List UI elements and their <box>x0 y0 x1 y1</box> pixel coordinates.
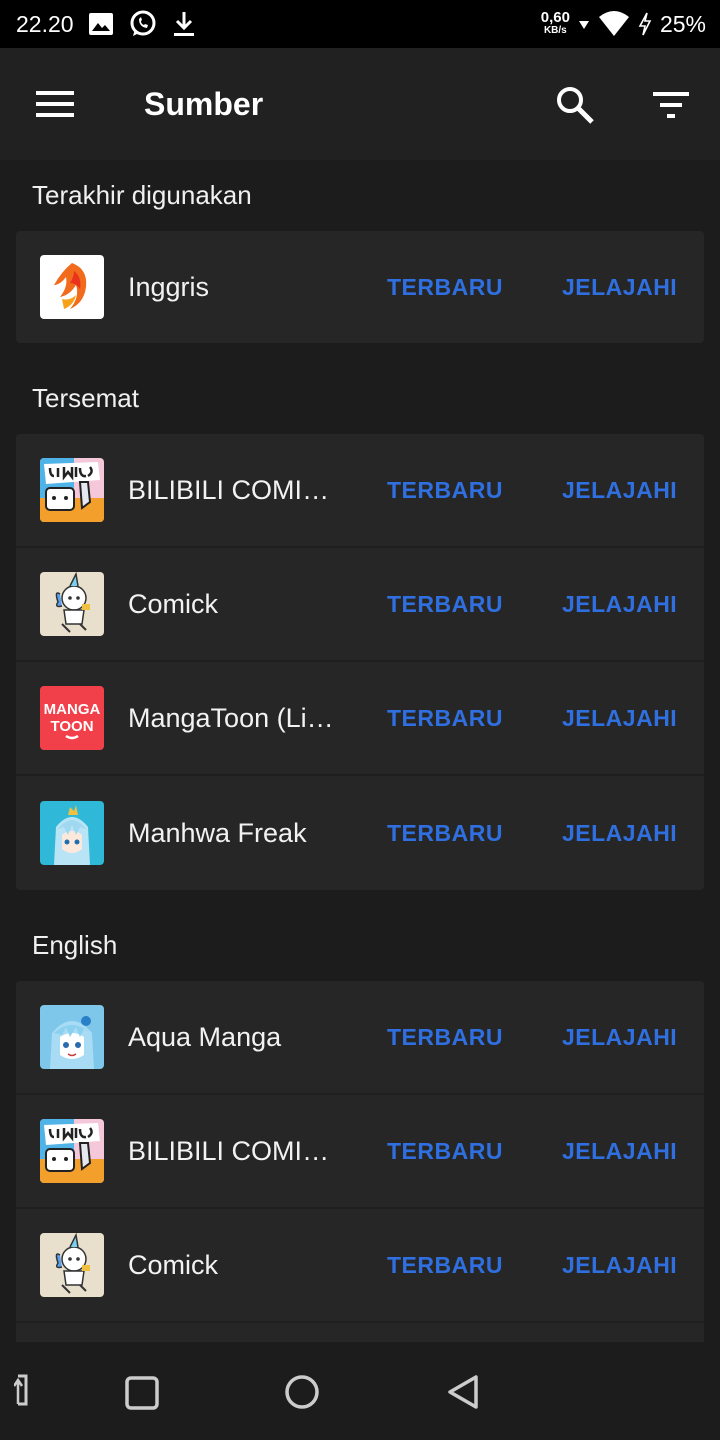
download-notification-icon <box>173 12 194 36</box>
filter-icon[interactable] <box>652 90 690 120</box>
latest-button[interactable]: TERBARU <box>387 705 503 732</box>
bilibili-comics-logo <box>40 458 104 522</box>
charging-icon <box>638 12 652 36</box>
section-header-english: English <box>32 930 118 960</box>
browse-button[interactable]: JELAJAHI <box>562 1252 677 1279</box>
home-button-icon[interactable] <box>284 1374 320 1410</box>
source-row-comick[interactable]: Comick TERBARU JELAJAHI <box>16 1209 704 1323</box>
source-name: Inggris <box>128 271 210 302</box>
latest-button[interactable]: TERBARU <box>387 591 503 618</box>
bilibili-comics-logo <box>40 1119 104 1183</box>
source-name: Aqua Manga <box>128 1021 282 1052</box>
source-name: Manhwa Freak <box>128 817 307 848</box>
browse-button[interactable]: JELAJAHI <box>562 274 677 301</box>
english-card: Aqua Manga TERBARU JELAJAHI BILIBILI COM… <box>16 981 704 1342</box>
latest-button[interactable]: TERBARU <box>387 820 503 847</box>
svg-text:TOON: TOON <box>50 718 93 735</box>
battery-level: 25% <box>659 10 706 37</box>
latest-button[interactable]: TERBARU <box>387 477 503 504</box>
comick-logo <box>40 1233 104 1297</box>
phoenix-logo <box>40 255 104 319</box>
svg-text:MANGA: MANGA <box>44 701 101 718</box>
source-list[interactable]: Terakhir digunakan Inggris TERBARU JELAJ… <box>0 160 720 1342</box>
recent-card: Inggris TERBARU JELAJAHI <box>16 231 704 343</box>
rotate-screen-icon[interactable] <box>14 1374 36 1410</box>
section-header-recent: Terakhir digunakan <box>32 180 252 210</box>
data-arrow-icon <box>578 21 589 29</box>
image-notification-icon <box>88 13 113 35</box>
source-row-partial[interactable] <box>16 1323 704 1342</box>
latest-button[interactable]: TERBARU <box>387 1024 503 1051</box>
browse-button[interactable]: JELAJAHI <box>562 705 677 732</box>
latest-button[interactable]: TERBARU <box>387 274 503 301</box>
browse-button[interactable]: JELAJAHI <box>562 1138 677 1165</box>
source-row-bilibili-comics[interactable]: BILIBILI COMICS TERBARU JELAJAHI <box>16 1095 704 1209</box>
source-row-manhwa-freak[interactable]: Manhwa Freak TERBARU JELAJAHI <box>16 776 704 890</box>
menu-icon[interactable] <box>36 88 76 120</box>
status-time: 22.20 <box>16 10 74 37</box>
back-button-icon[interactable] <box>446 1374 480 1410</box>
browse-button[interactable]: JELAJAHI <box>562 591 677 618</box>
source-row-comick[interactable]: Comick TERBARU JELAJAHI <box>16 548 704 662</box>
source-name: Comick <box>128 1249 219 1280</box>
source-row-bilibili-comics[interactable]: BILIBILI COMICS TERBARU JELAJAHI <box>16 434 704 548</box>
browse-button[interactable]: JELAJAHI <box>562 477 677 504</box>
manhwa-freak-logo <box>40 801 104 865</box>
source-row-aqua-manga[interactable]: Aqua Manga TERBARU JELAJAHI <box>16 981 704 1095</box>
navigation-bar <box>0 1342 720 1440</box>
section-header-pinned: Tersemat <box>32 383 139 413</box>
source-name: Comick <box>128 588 219 619</box>
browse-button[interactable]: JELAJAHI <box>562 1024 677 1051</box>
status-bar: 22.20 0,60 KB/s 25% <box>0 0 720 48</box>
pinned-card: BILIBILI COMICS TERBARU JELAJAHI Comick … <box>16 434 704 890</box>
network-speed: 0,60 KB/s <box>540 9 570 36</box>
recents-button-icon[interactable] <box>125 1376 159 1410</box>
source-name: BILIBILI COMICS <box>128 474 338 505</box>
wifi-icon <box>598 11 629 36</box>
source-name: BILIBILI COMICS <box>128 1135 338 1166</box>
source-name: MangaToon (Li… <box>128 702 334 733</box>
latest-button[interactable]: TERBARU <box>387 1138 503 1165</box>
whatsapp-notification-icon <box>130 10 156 36</box>
mangatoon-logo: MANGA TOON <box>40 686 104 750</box>
aqua-manga-logo <box>40 1005 104 1069</box>
source-row-inggris[interactable]: Inggris TERBARU JELAJAHI <box>16 231 704 343</box>
latest-button[interactable]: TERBARU <box>387 1252 503 1279</box>
browse-button[interactable]: JELAJAHI <box>562 820 677 847</box>
comick-logo <box>40 572 104 636</box>
app-bar: Sumber <box>0 48 720 160</box>
search-icon[interactable] <box>554 84 596 126</box>
source-row-mangatoon[interactable]: MANGA TOON MangaToon (Li… TERBARU JELAJAH… <box>16 662 704 776</box>
page-title: Sumber <box>144 86 264 122</box>
